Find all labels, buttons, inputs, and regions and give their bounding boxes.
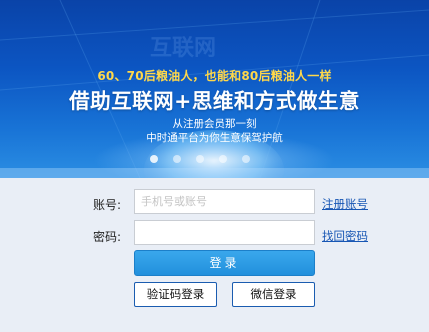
password-input[interactable] xyxy=(134,220,315,245)
carousel-dot-5[interactable] xyxy=(242,155,250,163)
banner-tagline: 60、70后粮油人，也能和80后粮油人一样 xyxy=(97,69,332,83)
svg-text:互联网: 互联网 xyxy=(150,36,216,61)
banner-subline-1: 从注册会员那一刻 xyxy=(172,118,257,130)
carousel-dot-3[interactable] xyxy=(196,155,204,163)
sms-login-button[interactable]: 验证码登录 xyxy=(134,282,217,307)
login-button[interactable]: 登录 xyxy=(134,250,315,276)
account-input[interactable] xyxy=(134,189,315,214)
carousel-dot-2[interactable] xyxy=(173,155,181,163)
wechat-login-button[interactable]: 微信登录 xyxy=(232,282,315,307)
banner-subline-2: 中时通平台为你生意保驾护航 xyxy=(146,132,283,144)
carousel-dot-4[interactable] xyxy=(219,155,227,163)
password-label: 密码: xyxy=(93,230,122,244)
account-label: 账号: xyxy=(93,198,122,212)
register-link[interactable]: 注册账号 xyxy=(322,196,368,212)
login-page: 互联网 60、70后粮油人，也能和80后粮油人一样 借助互联网+思维和方式做生意… xyxy=(0,0,429,332)
banner-headline: 借助互联网+思维和方式做生意 xyxy=(69,89,360,113)
carousel-indicators xyxy=(150,155,250,163)
carousel-dot-1[interactable] xyxy=(150,155,158,163)
promo-banner: 互联网 60、70后粮油人，也能和80后粮油人一样 借助互联网+思维和方式做生意… xyxy=(0,0,429,178)
forgot-password-link[interactable]: 找回密码 xyxy=(322,228,368,244)
